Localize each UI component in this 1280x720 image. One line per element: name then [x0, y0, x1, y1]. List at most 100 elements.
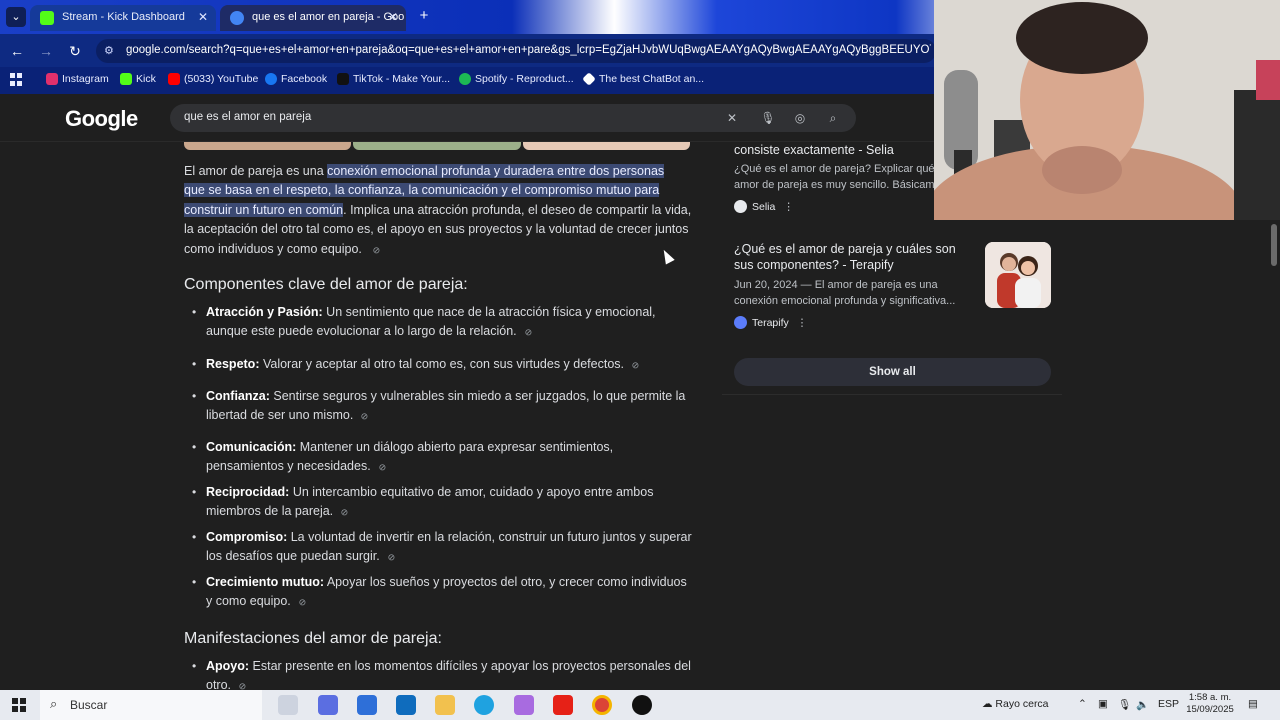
youtube-icon[interactable] [553, 695, 573, 715]
streamer-webcam-image [934, 0, 1280, 220]
speaker-icon[interactable]: 🔈 [1136, 698, 1149, 711]
search-icon[interactable]: ⌕ [825, 110, 841, 126]
source-name: Selia [752, 201, 776, 213]
bookmark-label: Spotify - Reproduct... [475, 73, 574, 85]
close-tab-icon[interactable]: ✕ [198, 10, 208, 24]
couple-image-icon [985, 242, 1051, 308]
webcam-overlay [934, 0, 1280, 220]
link-icon[interactable]: ⊖ [293, 594, 312, 613]
chrome-icon[interactable] [592, 695, 612, 715]
scrollbar[interactable] [1268, 142, 1280, 690]
search-results: El amor de pareja es una conexión emocio… [0, 142, 1280, 690]
edge-icon[interactable] [474, 695, 494, 715]
windows-start-icon[interactable] [12, 698, 26, 712]
link-icon[interactable]: ⊖ [368, 241, 387, 260]
bookmark-label: The best ChatBot an... [599, 73, 705, 85]
link-icon[interactable]: ⊖ [233, 678, 252, 690]
tab-google-search[interactable]: que es el amor en pareja - Goo ✕ [220, 5, 406, 31]
search-box[interactable]: que es el amor en pareja ✕ 🎙 ◎ ⌕ [170, 104, 856, 132]
bookmark-instagram[interactable]: Instagram [46, 73, 109, 85]
address-bar[interactable]: ⚙ google.com/search?q=que+es+el+amor+en+… [96, 39, 936, 63]
list-item: • Comunicación: Mantener un diálogo abier… [192, 438, 694, 478]
taskbar-search[interactable]: ⌕ Buscar [40, 690, 262, 720]
task-view-icon[interactable] [278, 695, 298, 715]
link-icon[interactable]: ⊖ [335, 504, 354, 523]
microphone-icon[interactable]: 🎙 [1118, 698, 1131, 711]
clock-time: 1:58 a. m. [1188, 692, 1232, 703]
source-card-site[interactable]: Selia ⋮ [734, 200, 794, 213]
list-item: • Reciprocidad: Un intercambio equitativo… [192, 483, 694, 523]
result-image[interactable] [522, 142, 690, 150]
list-item: • Crecimiento mutuo: Apoyar los sueños y … [192, 573, 694, 613]
link-icon[interactable]: ⊖ [382, 549, 401, 568]
clear-icon[interactable]: ✕ [724, 110, 740, 126]
file-explorer-icon[interactable] [435, 695, 455, 715]
tab-title: Stream - Kick Dashboard [62, 11, 185, 23]
obs-icon[interactable] [632, 695, 652, 715]
clock[interactable]: 1:58 a. m. 15/09/2025 [1184, 692, 1236, 716]
source-card-site[interactable]: Terapify ⋮ [734, 316, 808, 329]
bookmark-label: Facebook [281, 73, 328, 85]
ai-overview-intro: El amor de pareja es una conexión emocio… [184, 162, 692, 260]
close-tab-icon[interactable]: ✕ [388, 10, 398, 24]
store-icon[interactable] [357, 695, 377, 715]
term: Compromiso: [206, 530, 288, 544]
bookmark-spotify[interactable]: Spotify - Reproduct... [459, 73, 574, 85]
microphone-icon[interactable]: 🎙 [760, 110, 776, 126]
highlight-text: construir un futuro en común [184, 202, 344, 217]
google-icon [230, 11, 244, 25]
forward-icon[interactable]: → [37, 42, 55, 60]
result-image[interactable] [184, 142, 352, 150]
kick-icon [40, 11, 54, 25]
site-info-icon[interactable]: ⚙ [104, 44, 114, 57]
language-indicator[interactable]: ESP [1158, 698, 1179, 710]
kick-icon [120, 73, 132, 85]
tab-search-button[interactable]: ⌄ [6, 7, 26, 27]
more-options-icon[interactable]: ⋮ [797, 317, 808, 329]
bookmark-chatbot[interactable]: The best ChatBot an... [582, 72, 705, 86]
scrollbar-thumb[interactable] [1271, 224, 1277, 266]
windows-taskbar: ⌕ Buscar ☁ Rayo cerca ⌃ ▣ 🎙 🔈 ESP 1:58 a… [0, 690, 1280, 720]
notifications-icon[interactable]: ▤ [1248, 698, 1258, 710]
search-query[interactable]: que es el amor en pareja [184, 111, 311, 123]
network-icon[interactable]: ▣ [1098, 698, 1108, 710]
source-card-title[interactable]: ¿Qué es el amor de pareja y cuáles son s… [734, 241, 974, 273]
lens-icon[interactable]: ◎ [792, 110, 808, 126]
term: Respeto: [206, 357, 260, 371]
list-item: • Atracción y Pasión: Un sentimiento que … [192, 303, 694, 343]
term: Reciprocidad: [206, 485, 290, 499]
copilot-icon[interactable] [514, 695, 534, 715]
news-icon[interactable] [318, 695, 338, 715]
bookmark-tiktok[interactable]: TikTok - Make Your... [337, 73, 450, 85]
apps-grid-icon[interactable] [10, 73, 24, 87]
bookmark-facebook[interactable]: Facebook [265, 73, 327, 85]
url-text[interactable]: google.com/search?q=que+es+el+amor+en+pa… [126, 44, 931, 56]
link-icon[interactable]: ⊖ [626, 356, 645, 375]
new-tab-button[interactable]: + [416, 8, 432, 24]
show-all-button[interactable]: Show all [734, 358, 1051, 386]
outlook-icon[interactable] [396, 695, 416, 715]
link-icon[interactable]: ⊖ [373, 459, 392, 478]
term: Apoyo: [206, 659, 250, 673]
clock-date: 15/09/2025 [1186, 704, 1234, 715]
bookmark-youtube[interactable]: (5033) YouTube [168, 73, 258, 85]
spotify-icon [459, 73, 471, 85]
list-item: • Respeto: Valorar y aceptar al otro tal … [192, 355, 694, 375]
bookmark-label: Instagram [62, 73, 109, 85]
bookmark-label: Kick [136, 73, 156, 85]
tab-kick-dashboard[interactable]: Stream - Kick Dashboard ✕ [30, 5, 216, 31]
show-hidden-icons[interactable]: ⌃ [1078, 698, 1087, 710]
list-item: • Confianza: Sentirse seguros y vulnerabl… [192, 387, 694, 427]
weather-widget[interactable]: ☁ Rayo cerca [982, 698, 1049, 710]
bookmark-kick[interactable]: Kick [120, 73, 156, 85]
link-icon[interactable]: ⊖ [519, 324, 538, 343]
source-thumbnail[interactable] [985, 242, 1051, 308]
more-options-icon[interactable]: ⋮ [783, 201, 794, 213]
google-logo[interactable]: Google [65, 106, 138, 132]
term: Confianza: [206, 389, 270, 403]
link-icon[interactable]: ⊖ [356, 408, 375, 427]
selia-icon [734, 200, 747, 213]
back-icon[interactable]: ← [8, 42, 26, 60]
result-image[interactable] [353, 142, 521, 150]
reload-icon[interactable]: ↻ [66, 42, 84, 60]
